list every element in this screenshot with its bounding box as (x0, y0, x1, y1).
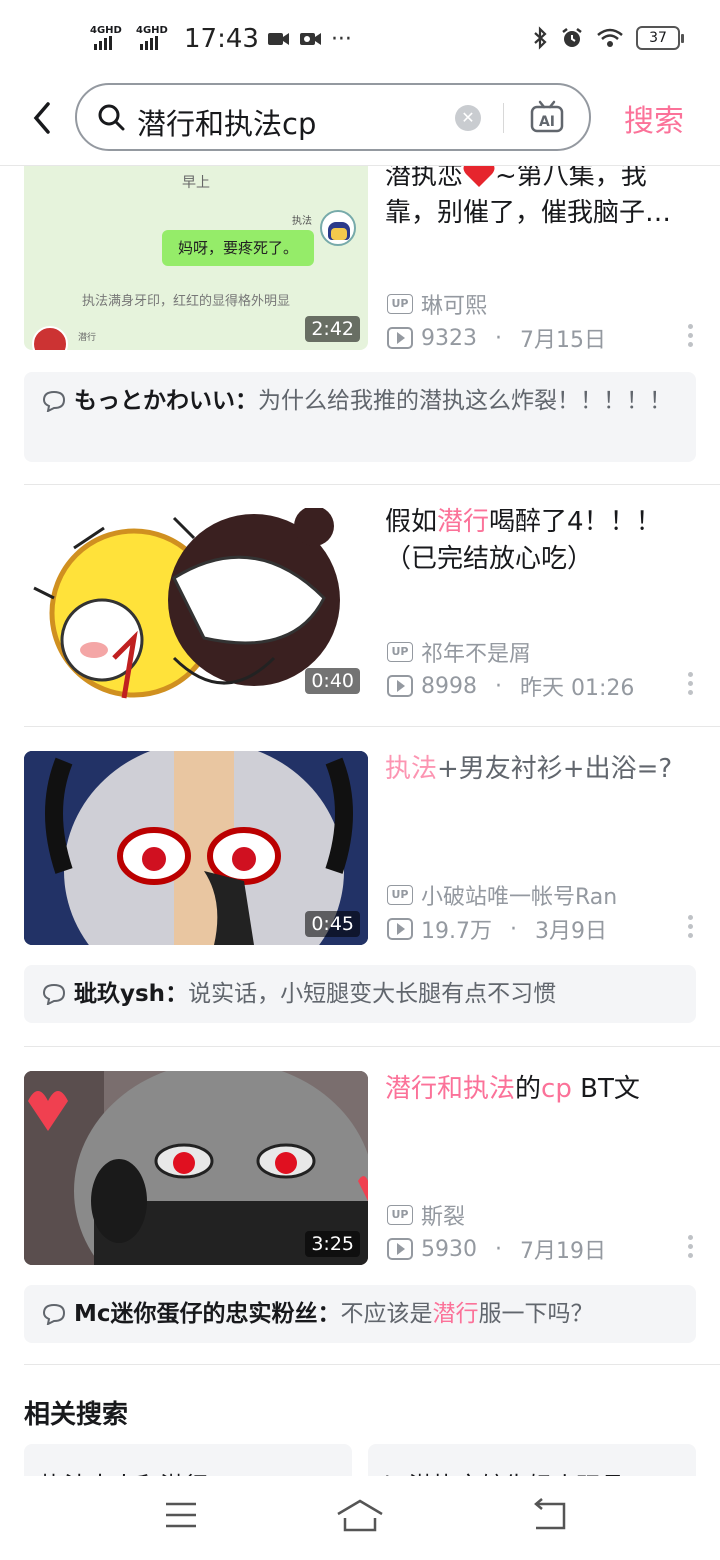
status-bar: 4GHD 4GHD 17:43 ··· 37 (0, 0, 720, 78)
clock: 17:43 (184, 24, 259, 54)
video-title[interactable]: 潜执恋 ~第八集，我靠，别催了，催我脑子… (385, 166, 685, 232)
results-list: 早上 执法 妈呀，要疼死了。 执法满身牙印，红红的显得格外明显 潜行 2:42 … (0, 166, 720, 1476)
uploader[interactable]: UP 小破站唯一帐号Ran (387, 879, 617, 911)
menu-icon[interactable] (164, 1498, 198, 1532)
wifi-icon (597, 28, 623, 47)
divider (24, 1046, 720, 1047)
video-thumbnail[interactable]: 早上 执法 妈呀，要疼死了。 执法满身牙印，红红的显得格外明显 潜行 2:42 (24, 166, 368, 350)
play-count-icon (387, 918, 413, 940)
video-record-icon (299, 33, 321, 45)
video-duration: 0:40 (305, 668, 360, 694)
video-duration: 0:45 (305, 911, 360, 937)
video-thumbnail[interactable]: 0:45 (24, 751, 368, 945)
up-icon: UP (387, 642, 413, 662)
divider (24, 1364, 720, 1365)
video-camera-icon (267, 33, 289, 45)
video-thumbnail[interactable]: 3:25 (24, 1071, 368, 1265)
video-thumbnail[interactable]: 0:40 (24, 508, 368, 702)
up-icon: UP (387, 294, 413, 314)
bluetooth-icon (534, 26, 547, 50)
ai-tv-icon[interactable]: AI (529, 99, 565, 135)
video-stats: 19.7万 · 3月9日 (387, 913, 607, 945)
alarm-icon (562, 28, 582, 47)
video-duration: 2:42 (305, 316, 360, 342)
battery-indicator: 37 (636, 26, 684, 50)
divider (24, 726, 720, 727)
search-icon (98, 104, 125, 131)
related-searches-title: 相关搜索 (24, 1400, 129, 1430)
more-options-icon[interactable] (688, 915, 694, 942)
play-count-icon (387, 327, 413, 349)
thumb-text: 执法满身牙印，红红的显得格外明显 (82, 294, 291, 309)
back-nav-icon[interactable] (530, 1498, 568, 1532)
thumb-text: 潜行 (78, 333, 97, 343)
uploader[interactable]: UP 斯裂 (387, 1199, 465, 1231)
comment-icon (42, 983, 66, 1005)
search-divider (503, 103, 504, 133)
up-icon: UP (387, 885, 413, 905)
video-stats: 5930 · 7月19日 (387, 1233, 606, 1265)
thumb-text: 早上 (182, 175, 210, 191)
video-stats: 9323 · 7月15日 (387, 322, 606, 354)
video-stats: 8998 · 昨天 01:26 (387, 670, 634, 702)
hot-comment[interactable]: Mc迷你蛋仔的忠实粉丝：不应该是潜行服一下吗？ (24, 1285, 696, 1343)
play-count-icon (387, 675, 413, 697)
comment-icon (42, 1303, 66, 1325)
divider (24, 484, 720, 485)
video-title[interactable]: 执法+男友衬衫+出浴=? (385, 751, 685, 788)
svg-text:AI: AI (539, 114, 555, 130)
video-title[interactable]: 潜行和执法的cp BT文 (385, 1071, 685, 1108)
more-options-icon[interactable] (688, 672, 694, 699)
search-query[interactable]: 潜行和执法cp (137, 101, 316, 143)
back-arrow-icon[interactable] (26, 98, 58, 138)
thumb-text: 执法 (292, 216, 312, 227)
more-notifications: ··· (330, 26, 352, 52)
uploader[interactable]: UP 祁年不是屑 (387, 636, 531, 668)
comment-icon (42, 390, 66, 412)
hot-comment[interactable]: もっとかわいい：为什么给我推的潜执这么炸裂！！！！！ (24, 372, 696, 462)
heart-icon (463, 166, 495, 187)
more-options-icon[interactable] (688, 324, 694, 351)
hot-comment[interactable]: 玼玖ysh：说实话，小短腿变大长腿有点不习惯 (24, 965, 696, 1023)
signal-icon: 4GHD (90, 26, 128, 52)
signal-icon: 4GHD (136, 26, 174, 52)
play-count-icon (387, 1238, 413, 1260)
search-header: 潜行和执法cp ✕ AI 搜索 (0, 78, 720, 166)
home-icon[interactable] (336, 1498, 384, 1534)
system-nav-bar (0, 1476, 720, 1560)
search-input[interactable]: 潜行和执法cp ✕ AI (75, 83, 591, 151)
chat-bubble: 妈呀，要疼死了。 (162, 230, 314, 266)
search-button[interactable]: 搜索 (624, 96, 684, 140)
more-options-icon[interactable] (688, 1235, 694, 1262)
video-title[interactable]: 假如潜行喝醉了4！！！（已完结放心吃） (385, 504, 685, 578)
related-search-item[interactable]: bt潜执文较失妈小玩具 (368, 1444, 696, 1476)
up-icon: UP (387, 1205, 413, 1225)
related-search-item[interactable]: 执法大人和潜行 (24, 1444, 352, 1476)
uploader[interactable]: UP 琳可熙 (387, 288, 487, 320)
avatar (320, 210, 356, 246)
avatar (32, 326, 68, 350)
clear-icon[interactable]: ✕ (455, 105, 481, 131)
video-duration: 3:25 (305, 1231, 360, 1257)
